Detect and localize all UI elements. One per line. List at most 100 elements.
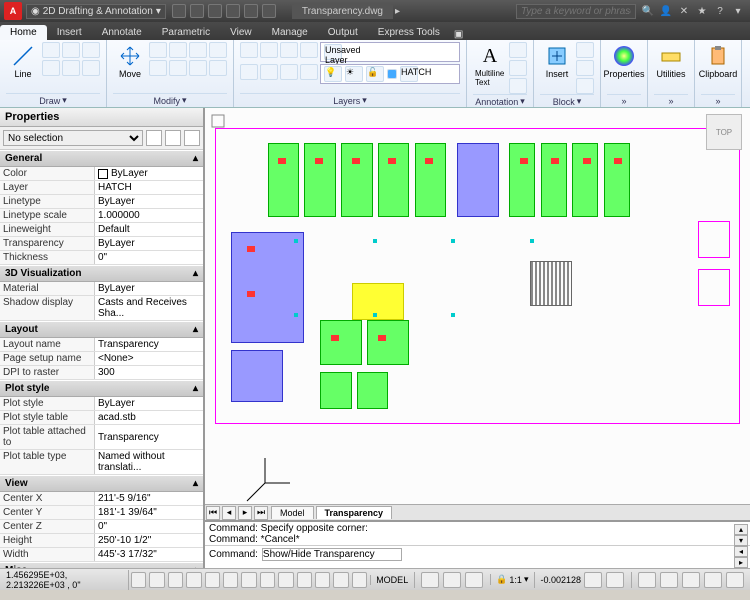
chevron-down-icon[interactable]: ▾: [362, 95, 367, 106]
prop-row[interactable]: LayerHATCH: [0, 181, 203, 195]
prop-row[interactable]: Plot table typeNamed without translati..…: [0, 450, 203, 475]
prop-value[interactable]: 0": [95, 251, 203, 264]
prop-value[interactable]: 0": [95, 520, 203, 533]
prop-value[interactable]: ByLayer: [95, 167, 203, 180]
annot-vis-icon[interactable]: [584, 572, 602, 588]
drawing-viewport[interactable]: TOP ⏮ ◂ ▸ ⏭ Model Transparency Command: …: [205, 108, 750, 568]
help-icon[interactable]: ?: [712, 3, 728, 19]
tab-annotate[interactable]: Annotate: [92, 25, 152, 40]
prop-row[interactable]: Linetype scale1.000000: [0, 209, 203, 223]
quickselect-icon[interactable]: [146, 130, 162, 146]
array-icon[interactable]: [209, 60, 227, 76]
isolate-obj-icon[interactable]: [704, 572, 722, 588]
annotation-scale[interactable]: 🔒 1:1▾: [490, 574, 533, 585]
tab-home[interactable]: Home: [0, 25, 47, 40]
prop-group-header[interactable]: View▴: [0, 475, 203, 492]
chevron-down-icon[interactable]: ▾: [577, 96, 582, 107]
prop-value[interactable]: Default: [95, 223, 203, 236]
model-paper-toggle[interactable]: MODEL: [370, 575, 413, 585]
prop-row[interactable]: Height250'-10 1/2": [0, 534, 203, 548]
prop-value[interactable]: HATCH: [95, 181, 203, 194]
osnap-toggle[interactable]: [205, 572, 220, 588]
prop-row[interactable]: Thickness0": [0, 251, 203, 265]
prop-value[interactable]: 445'-3 17/32": [95, 548, 203, 561]
lock-ui-icon[interactable]: [660, 572, 678, 588]
layer-state-dropdown[interactable]: Unsaved Layer State: [320, 42, 460, 62]
workspace-switch-icon[interactable]: [638, 572, 656, 588]
layerlock-icon[interactable]: [300, 42, 318, 58]
tpy-toggle[interactable]: [315, 572, 330, 588]
coordinate-readout[interactable]: 1.456295E+03, 2.213226E+03 , 0": [0, 570, 129, 590]
leader-icon[interactable]: [509, 60, 527, 76]
doc-tab-chevron-icon[interactable]: ▸: [395, 6, 400, 17]
nav-wheel-icon[interactable]: [211, 114, 225, 128]
scale-icon[interactable]: [169, 60, 187, 76]
prop-group-header[interactable]: 3D Visualization▴: [0, 265, 203, 282]
prop-row[interactable]: Plot style tableacad.stb: [0, 411, 203, 425]
prop-row[interactable]: LineweightDefault: [0, 223, 203, 237]
prop-row[interactable]: ColorByLayer: [0, 167, 203, 181]
prop-row[interactable]: MaterialByLayer: [0, 282, 203, 296]
tab-parametric[interactable]: Parametric: [152, 25, 220, 40]
scroll-down-icon[interactable]: ▾: [734, 535, 748, 546]
current-layer-dropdown[interactable]: 💡 ☀ 🔓 HATCH: [320, 64, 460, 84]
layerprev-icon[interactable]: [260, 64, 278, 80]
chevron-down-icon[interactable]: ▾: [520, 96, 525, 107]
tab-expand-icon[interactable]: ▣: [454, 29, 463, 40]
prop-row[interactable]: TransparencyByLayer: [0, 237, 203, 251]
rotate-icon[interactable]: [169, 42, 187, 58]
qat-redo-icon[interactable]: [244, 4, 258, 18]
command-input[interactable]: [262, 548, 402, 561]
layerprop-icon[interactable]: [240, 42, 258, 58]
layerfreeze-icon[interactable]: [280, 42, 298, 58]
qp-toggle[interactable]: [333, 572, 348, 588]
prop-group-header[interactable]: Plot style▴: [0, 380, 203, 397]
hatch-icon[interactable]: [82, 60, 100, 76]
prop-value[interactable]: 211'-5 9/16": [95, 492, 203, 505]
move-button[interactable]: Move: [113, 42, 147, 81]
prop-row[interactable]: Width445'-3 17/32": [0, 548, 203, 562]
lwt-toggle[interactable]: [297, 572, 312, 588]
clipboard-button[interactable]: Clipboard: [701, 42, 735, 81]
ducs-toggle[interactable]: [260, 572, 275, 588]
mtext-button[interactable]: A Multiline Text: [473, 42, 507, 89]
prop-value[interactable]: acad.stb: [95, 411, 203, 424]
rect-icon[interactable]: [42, 60, 60, 76]
selectobj-icon[interactable]: [184, 130, 200, 146]
tab-output[interactable]: Output: [318, 25, 368, 40]
quickview-drawings-icon[interactable]: [443, 572, 461, 588]
fillet-icon[interactable]: [189, 60, 207, 76]
prop-row[interactable]: Plot table attached toTransparency: [0, 425, 203, 450]
prop-group-header[interactable]: Layout▴: [0, 321, 203, 338]
workspace-dropdown[interactable]: ◉ 2D Drafting & Annotation ▾: [26, 4, 166, 19]
favorite-icon[interactable]: ★: [694, 3, 710, 19]
layout-tab[interactable]: Transparency: [316, 506, 393, 519]
binoculars-icon[interactable]: 🔍: [640, 3, 656, 19]
utilities-button[interactable]: Utilities: [654, 42, 688, 81]
layermatch-icon[interactable]: [280, 64, 298, 80]
document-tab[interactable]: Transparency.dwg: [292, 4, 393, 19]
snap-toggle[interactable]: [131, 572, 146, 588]
maximize-vp-icon[interactable]: [465, 572, 483, 588]
ortho-toggle[interactable]: [168, 572, 183, 588]
prop-value[interactable]: Named without translati...: [95, 450, 203, 474]
chevron-down-icon[interactable]: ▾: [62, 95, 67, 106]
prop-row[interactable]: DPI to raster300: [0, 366, 203, 380]
circle-icon[interactable]: [62, 42, 80, 58]
qat-print-icon[interactable]: [262, 4, 276, 18]
pickadd-icon[interactable]: [165, 130, 181, 146]
prop-value[interactable]: 1.000000: [95, 209, 203, 222]
layeriso-icon[interactable]: [240, 64, 258, 80]
sc-toggle[interactable]: [352, 572, 367, 588]
insert-button[interactable]: Insert: [540, 42, 574, 81]
dyn-toggle[interactable]: [278, 572, 293, 588]
layeroff-icon[interactable]: [260, 42, 278, 58]
tab-view[interactable]: View: [220, 25, 262, 40]
attr-icon[interactable]: [576, 78, 594, 94]
line-button[interactable]: Line: [6, 42, 40, 81]
quickview-layouts-icon[interactable]: [421, 572, 439, 588]
arc-icon[interactable]: [82, 42, 100, 58]
selection-dropdown[interactable]: No selection: [3, 130, 143, 146]
prop-row[interactable]: Center Z0": [0, 520, 203, 534]
prop-value[interactable]: 250'-10 1/2": [95, 534, 203, 547]
